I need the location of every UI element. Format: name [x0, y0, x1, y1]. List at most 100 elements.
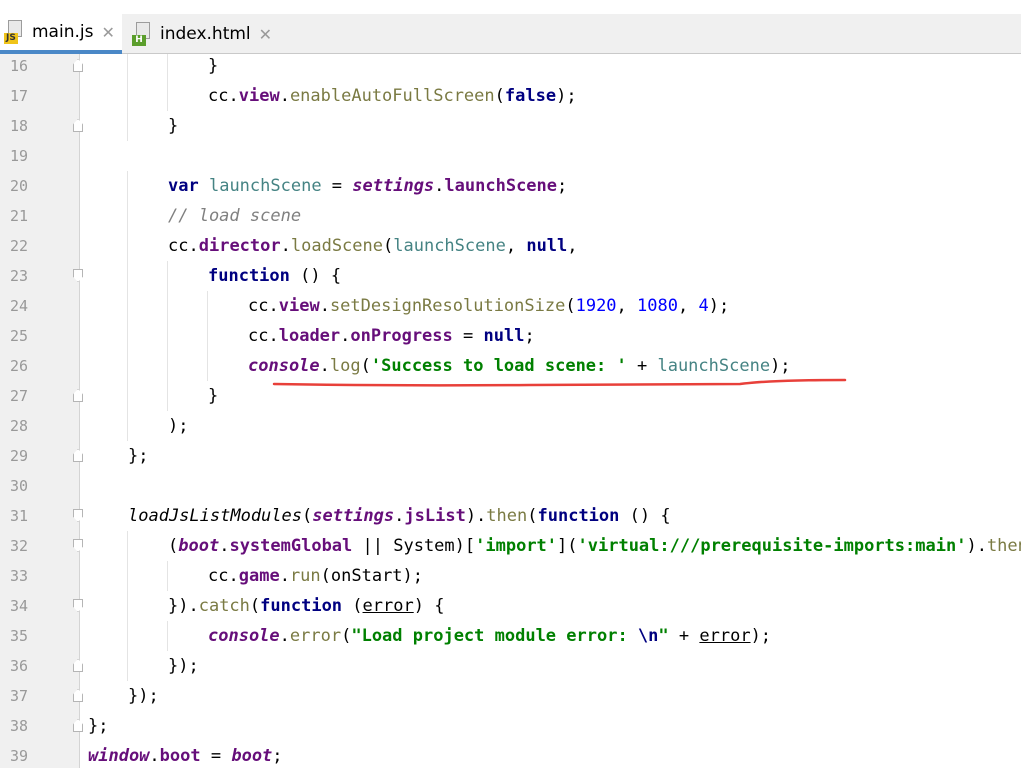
code-line[interactable]: 21 // load scene: [0, 201, 1021, 231]
line-number: 34: [9, 597, 28, 615]
code-line[interactable]: 33 cc.game.run(onStart);: [0, 561, 1021, 591]
line-number: 31: [9, 507, 28, 525]
line-number: 38: [9, 717, 28, 735]
code-line[interactable]: 19: [0, 141, 1021, 171]
code-editor[interactable]: 16} 17 cc.view.enableAutoFullScreen(false)…: [0, 54, 1021, 768]
code-line[interactable]: 30: [0, 471, 1021, 501]
indent-guide: [167, 261, 168, 291]
fold-collapse-icon[interactable]: [73, 449, 83, 462]
line-number: 24: [9, 297, 28, 315]
code-line[interactable]: 25 cc.loader.onProgress = null;: [0, 321, 1021, 351]
code-text: }).catch(function (error) {: [168, 596, 445, 616]
code-line[interactable]: 27}: [0, 381, 1021, 411]
indent-guide: [127, 291, 128, 321]
indent-guide: [167, 291, 168, 321]
code-line[interactable]: 32 (boot.systemGlobal || System)['import'…: [0, 531, 1021, 561]
html-file-icon: H: [132, 22, 154, 46]
line-number: 21: [9, 207, 28, 225]
indent-guide: [127, 201, 128, 231]
line-number: 30: [9, 477, 28, 495]
code-line[interactable]: 17 cc.view.enableAutoFullScreen(false);: [0, 81, 1021, 111]
indent-guide: [207, 321, 208, 351]
line-number: 39: [9, 747, 28, 765]
code-line[interactable]: 34 }).catch(function (error) {: [0, 591, 1021, 621]
code-line[interactable]: 23 function () {: [0, 261, 1021, 291]
line-number: 32: [9, 537, 28, 555]
indent-guide: [127, 411, 128, 441]
fold-collapse-icon[interactable]: [73, 719, 83, 732]
indent-guide: [127, 621, 128, 651]
indent-guide: [167, 561, 168, 591]
code-text: var launchScene = settings.launchScene;: [168, 176, 568, 196]
code-text: };: [128, 446, 149, 466]
editor-tab-bar: JS main.js ✕ H index.html ✕: [0, 14, 1021, 54]
line-number: 19: [9, 147, 28, 165]
close-icon[interactable]: ✕: [101, 23, 114, 42]
line-number: 28: [9, 417, 28, 435]
line-number: 16: [9, 57, 28, 75]
line-number: 18: [9, 117, 28, 135]
code-line[interactable]: 28);: [0, 411, 1021, 441]
line-number: 25: [9, 327, 28, 345]
line-number: 17: [9, 87, 28, 105]
line-number: 20: [9, 177, 28, 195]
code-text: cc.loader.onProgress = null;: [248, 326, 535, 346]
code-text: loadJsListModules(settings.jsList).then(…: [128, 506, 671, 526]
fold-collapse-icon[interactable]: [73, 659, 83, 672]
indent-guide: [127, 81, 128, 111]
code-text: cc.view.setDesignResolutionSize(1920, 10…: [248, 296, 730, 316]
code-line[interactable]: 26 console.log('Success to load scene: ' …: [0, 351, 1021, 381]
fold-collapse-icon[interactable]: [73, 689, 83, 702]
code-text: // load scene: [168, 206, 302, 226]
indent-guide: [207, 351, 208, 381]
indent-guide: [167, 621, 168, 651]
line-number: 29: [9, 447, 28, 465]
tab-label: index.html: [160, 24, 251, 44]
code-line[interactable]: 37});: [0, 681, 1021, 711]
fold-collapse-icon[interactable]: [73, 389, 83, 402]
code-line[interactable]: 22 cc.director.loadScene(launchScene, nul…: [0, 231, 1021, 261]
indent-guide: [127, 111, 128, 141]
code-line[interactable]: 35 console.error("Load project module err…: [0, 621, 1021, 651]
line-number: 23: [9, 267, 28, 285]
line-number: 22: [9, 237, 28, 255]
code-text: function () {: [208, 266, 342, 286]
line-number: 37: [9, 687, 28, 705]
tab-main-js[interactable]: JS main.js ✕: [0, 14, 122, 54]
indent-guide: [167, 381, 168, 411]
line-number: 33: [9, 567, 28, 585]
fold-collapse-icon[interactable]: [73, 119, 83, 132]
code-text: };: [88, 716, 109, 736]
code-text: cc.director.loadScene(launchScene, null,: [168, 236, 578, 256]
code-line[interactable]: 24 cc.view.setDesignResolutionSize(1920, …: [0, 291, 1021, 321]
indent-guide: [127, 591, 128, 621]
fold-expand-icon[interactable]: [73, 599, 83, 612]
code-text: window.boot = boot;: [88, 746, 283, 766]
code-text: }: [208, 56, 219, 76]
fold-collapse-icon[interactable]: [73, 59, 83, 72]
title-strip: [0, 0, 1021, 14]
code-text: });: [128, 686, 159, 706]
indent-guide: [127, 531, 128, 561]
code-text: cc.view.enableAutoFullScreen(false);: [208, 86, 577, 106]
code-line[interactable]: 39 window.boot = boot;: [0, 741, 1021, 768]
line-number: 36: [9, 657, 28, 675]
indent-guide: [127, 321, 128, 351]
js-file-icon: JS: [4, 20, 26, 44]
fold-expand-icon[interactable]: [73, 509, 83, 522]
indent-guide: [127, 54, 128, 81]
indent-guide: [167, 351, 168, 381]
code-line[interactable]: 29};: [0, 441, 1021, 471]
code-line[interactable]: 18}: [0, 111, 1021, 141]
code-text: });: [168, 656, 199, 676]
fold-expand-icon[interactable]: [73, 269, 83, 282]
indent-guide: [127, 561, 128, 591]
code-line[interactable]: 36});: [0, 651, 1021, 681]
fold-expand-icon[interactable]: [73, 539, 83, 552]
code-line[interactable]: 20 var launchScene = settings.launchScene…: [0, 171, 1021, 201]
code-line[interactable]: 16}: [0, 54, 1021, 81]
close-icon[interactable]: ✕: [259, 25, 272, 44]
code-line[interactable]: 31 loadJsListModules(settings.jsList).the…: [0, 501, 1021, 531]
tab-index-html[interactable]: H index.html ✕: [128, 14, 278, 54]
code-line[interactable]: 38};: [0, 711, 1021, 741]
